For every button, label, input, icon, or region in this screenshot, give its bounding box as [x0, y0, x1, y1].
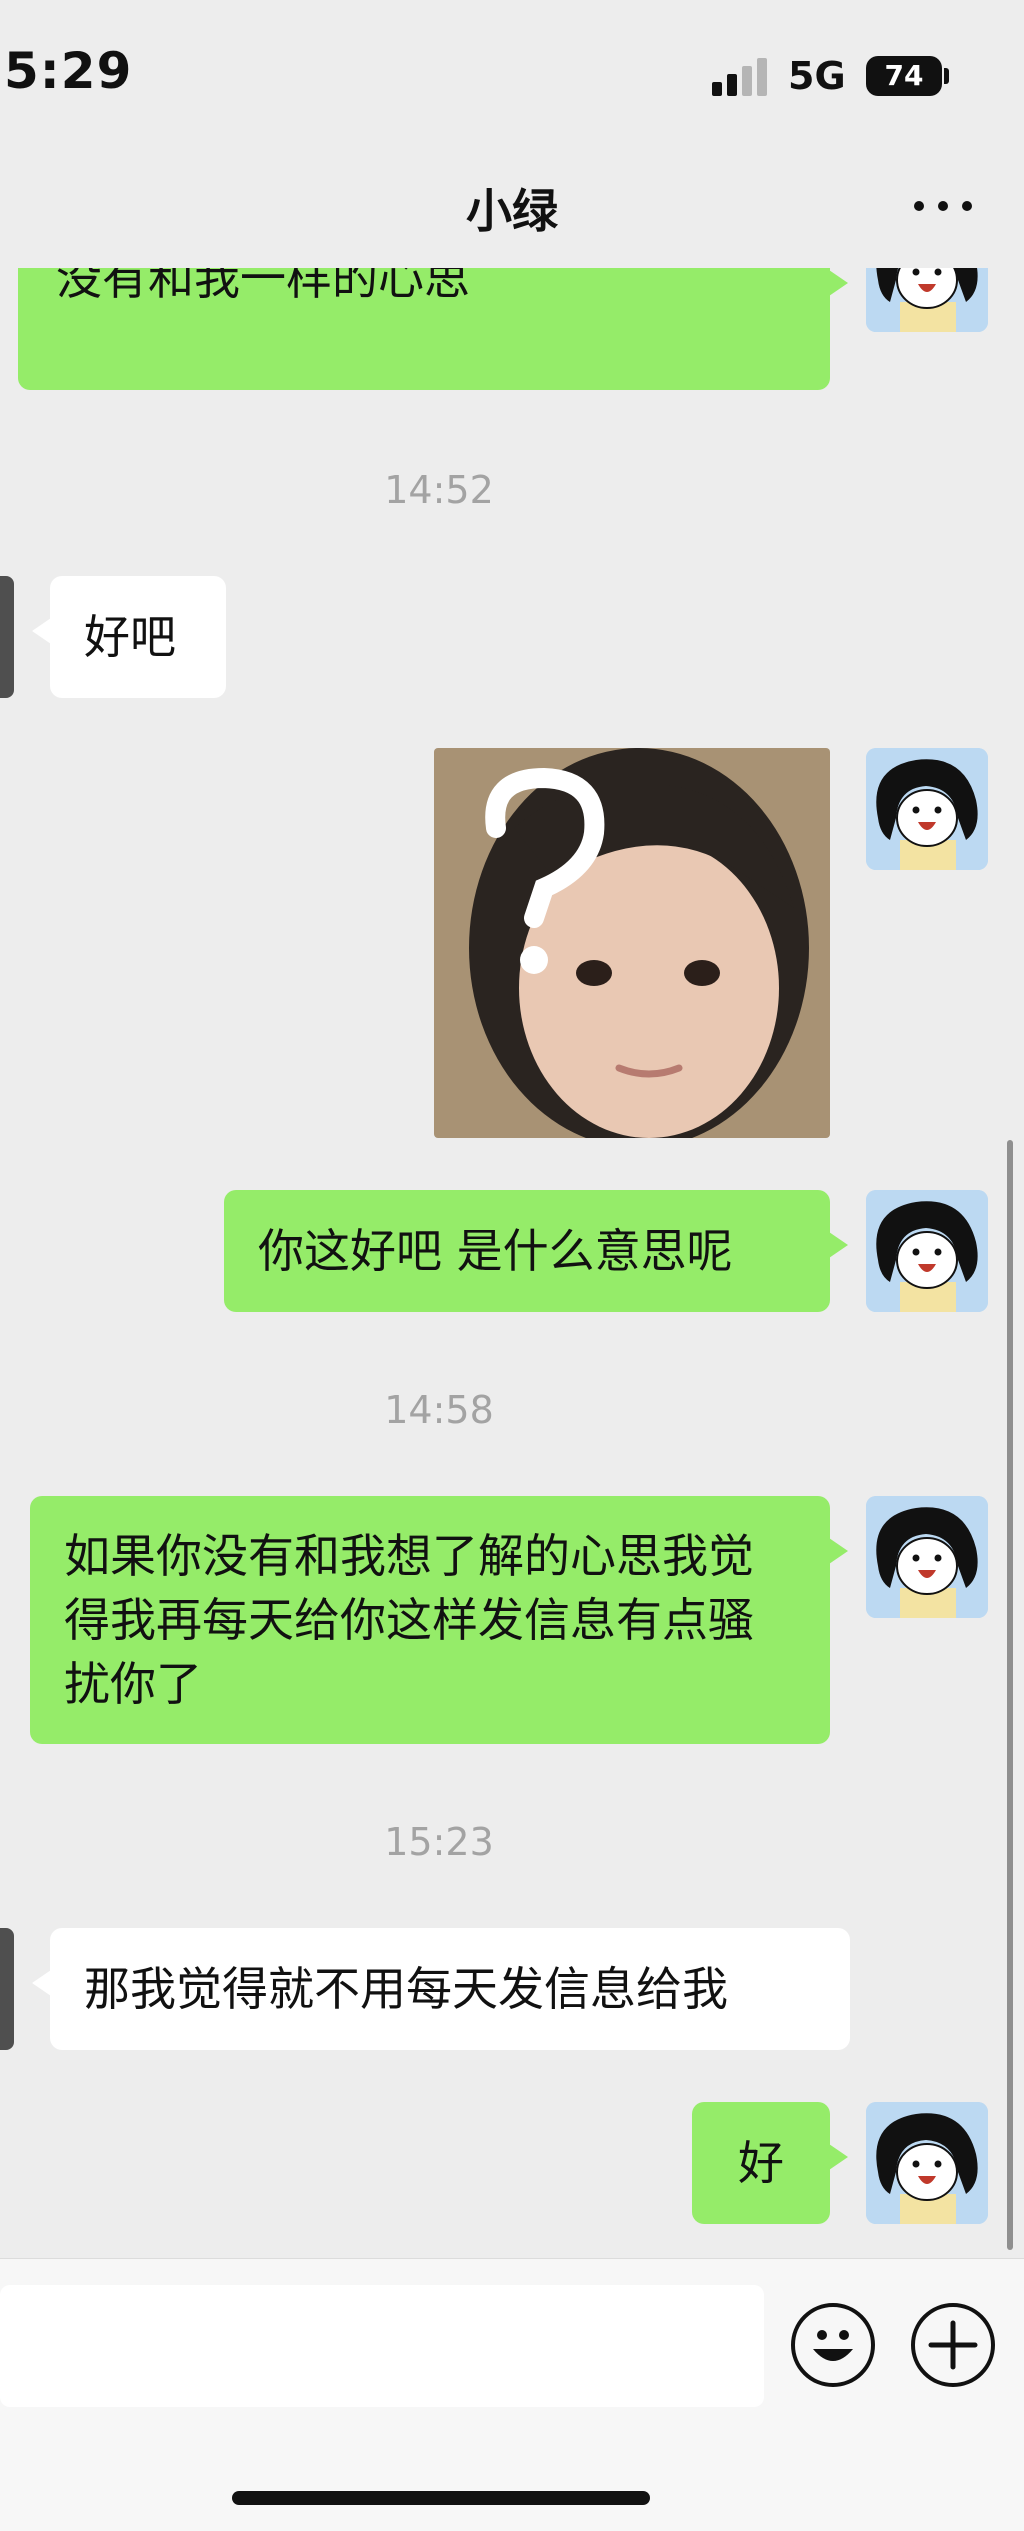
avatar-self[interactable]: [866, 748, 988, 870]
sticker-image[interactable]: [434, 748, 830, 1138]
message-bubble-received[interactable]: 那我觉得就不用每天发信息给我: [32, 1928, 850, 2050]
timestamp: 14:58: [384, 1388, 494, 1432]
message-text: 那我觉得就不用每天发信息给我: [84, 1962, 728, 2016]
timestamp: 15:23: [384, 1820, 494, 1864]
message-bubble-sent[interactable]: 好: [692, 2102, 848, 2224]
emoji-icon[interactable]: [791, 2303, 875, 2387]
avatar-peer[interactable]: [0, 576, 14, 698]
message-bubble-received[interactable]: 好吧: [32, 576, 226, 698]
avatar-self[interactable]: [866, 1190, 988, 1312]
timestamp: 14:52: [384, 468, 494, 512]
avatar-self[interactable]: [866, 2102, 988, 2224]
plus-icon[interactable]: [911, 2303, 995, 2387]
status-time: 5:29: [4, 42, 133, 100]
avatar-peer[interactable]: [0, 1928, 14, 2050]
input-bar: [0, 2258, 1024, 2531]
avatar-self[interactable]: [866, 1496, 988, 1618]
network-type: 5G: [788, 54, 846, 98]
message-text: 好: [738, 2136, 784, 2190]
message-text: 好吧: [84, 610, 176, 664]
signal-icon: [712, 58, 772, 96]
chat-title: 小绿: [466, 184, 558, 238]
battery-icon: 74: [866, 56, 942, 96]
message-text: 如果你没有和我想了解的心思我觉得我再每天给你这样发信息有点骚扰你了: [64, 1529, 754, 1711]
message-input[interactable]: [0, 2285, 764, 2407]
scrollbar[interactable]: [1007, 1140, 1013, 2250]
top-bar: 5:29 5G 74 小绿: [0, 0, 1024, 268]
message-text: 你这好吧 是什么意思呢: [258, 1224, 733, 1278]
message-bubble-sent[interactable]: 如果你没有和我想了解的心思我觉得我再每天给你这样发信息有点骚扰你了: [30, 1496, 848, 1744]
home-indicator[interactable]: [232, 2491, 650, 2505]
battery-tip: [944, 68, 949, 84]
message-bubble-sent[interactable]: 你这好吧 是什么意思呢: [224, 1190, 848, 1312]
more-dots-icon[interactable]: [908, 180, 978, 230]
